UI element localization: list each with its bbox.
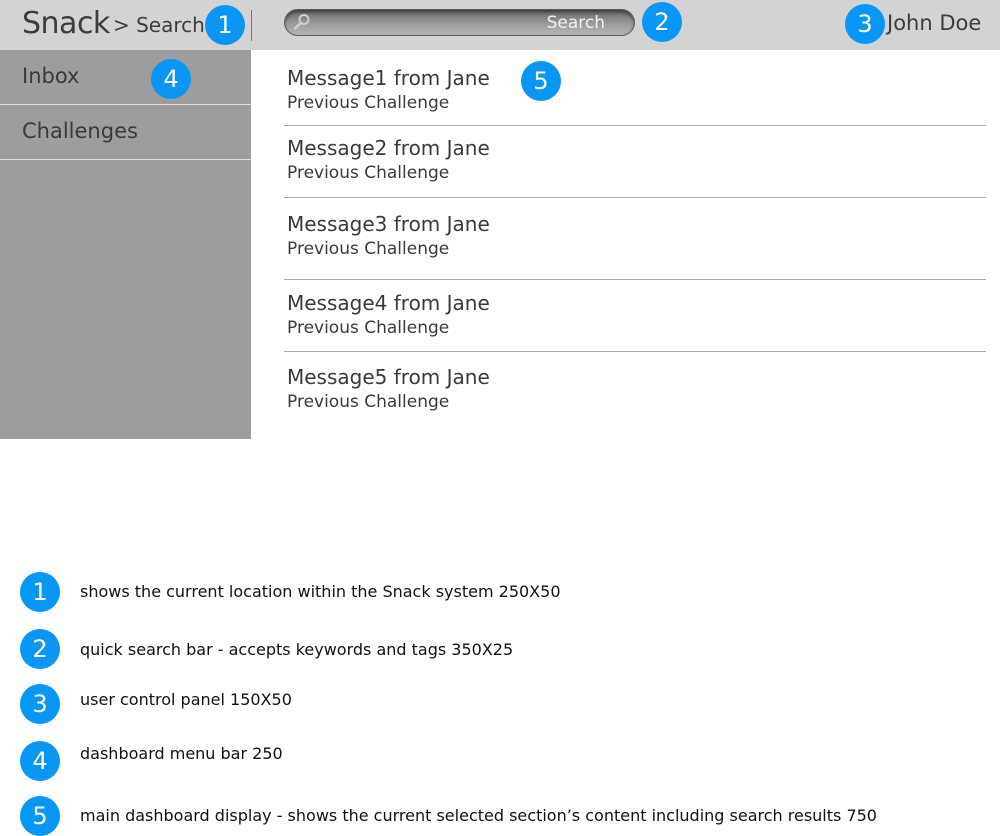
- divider: [251, 10, 252, 41]
- callout-badge-2: 2: [642, 2, 682, 42]
- legend-text-3: user control panel 150X50: [80, 690, 292, 709]
- message-title: Message1 from Jane: [287, 66, 490, 90]
- search-bar[interactable]: [284, 9, 635, 36]
- message-subtitle: Previous Challenge: [287, 318, 450, 338]
- callout-badge-4: 4: [151, 59, 191, 99]
- breadcrumb[interactable]: > Search: [113, 13, 205, 37]
- list-item[interactable]: Message4 from Jane Previous Challenge: [287, 290, 490, 340]
- callout-badge-5: 5: [521, 61, 561, 101]
- callout-badge-1: 1: [205, 5, 245, 45]
- dashboard-menu-bar: Inbox Challenges 4: [0, 50, 251, 439]
- list-item[interactable]: Message1 from Jane Previous Challenge: [287, 65, 490, 115]
- search-icon: [293, 14, 310, 30]
- divider: [284, 279, 986, 280]
- list-item[interactable]: Message2 from Jane Previous Challenge: [287, 135, 490, 185]
- legend-badge-2: 2: [20, 629, 60, 669]
- message-title: Message2 from Jane: [287, 136, 490, 160]
- divider: [284, 125, 986, 126]
- legend-text-4: dashboard menu bar 250: [80, 744, 283, 763]
- legend-badge-4: 4: [20, 741, 60, 781]
- message-title: Message5 from Jane: [287, 365, 490, 389]
- legend-text-1: shows the current location within the Sn…: [80, 582, 561, 601]
- message-subtitle: Previous Challenge: [287, 239, 450, 259]
- search-input[interactable]: [315, 10, 605, 35]
- message-subtitle: Previous Challenge: [287, 93, 450, 113]
- message-subtitle: Previous Challenge: [287, 163, 450, 183]
- sidebar-item-challenges[interactable]: Challenges: [0, 105, 251, 160]
- legend-text-2: quick search bar - accepts keywords and …: [80, 640, 514, 659]
- divider: [284, 351, 986, 352]
- legend-badge-5: 5: [20, 796, 60, 836]
- legend-badge-3: 3: [20, 684, 60, 724]
- list-item[interactable]: Message3 from Jane Previous Challenge: [287, 211, 490, 261]
- legend-badge-1: 1: [20, 572, 60, 612]
- divider: [284, 197, 986, 198]
- legend-text-5: main dashboard display - shows the curre…: [80, 806, 877, 825]
- message-title: Message4 from Jane: [287, 291, 490, 315]
- top-bar: Snack > Search 1 2 3 John Doe: [0, 0, 1000, 50]
- sidebar-item-inbox[interactable]: Inbox: [0, 50, 251, 105]
- user-name[interactable]: John Doe: [887, 11, 981, 35]
- list-item[interactable]: Message5 from Jane Previous Challenge: [287, 364, 490, 414]
- sidebar-item-label: Challenges: [22, 119, 138, 143]
- message-title: Message3 from Jane: [287, 212, 490, 236]
- app-brand[interactable]: Snack: [22, 6, 110, 41]
- sidebar-item-label: Inbox: [22, 64, 80, 88]
- message-subtitle: Previous Challenge: [287, 392, 450, 412]
- callout-badge-3: 3: [845, 4, 885, 44]
